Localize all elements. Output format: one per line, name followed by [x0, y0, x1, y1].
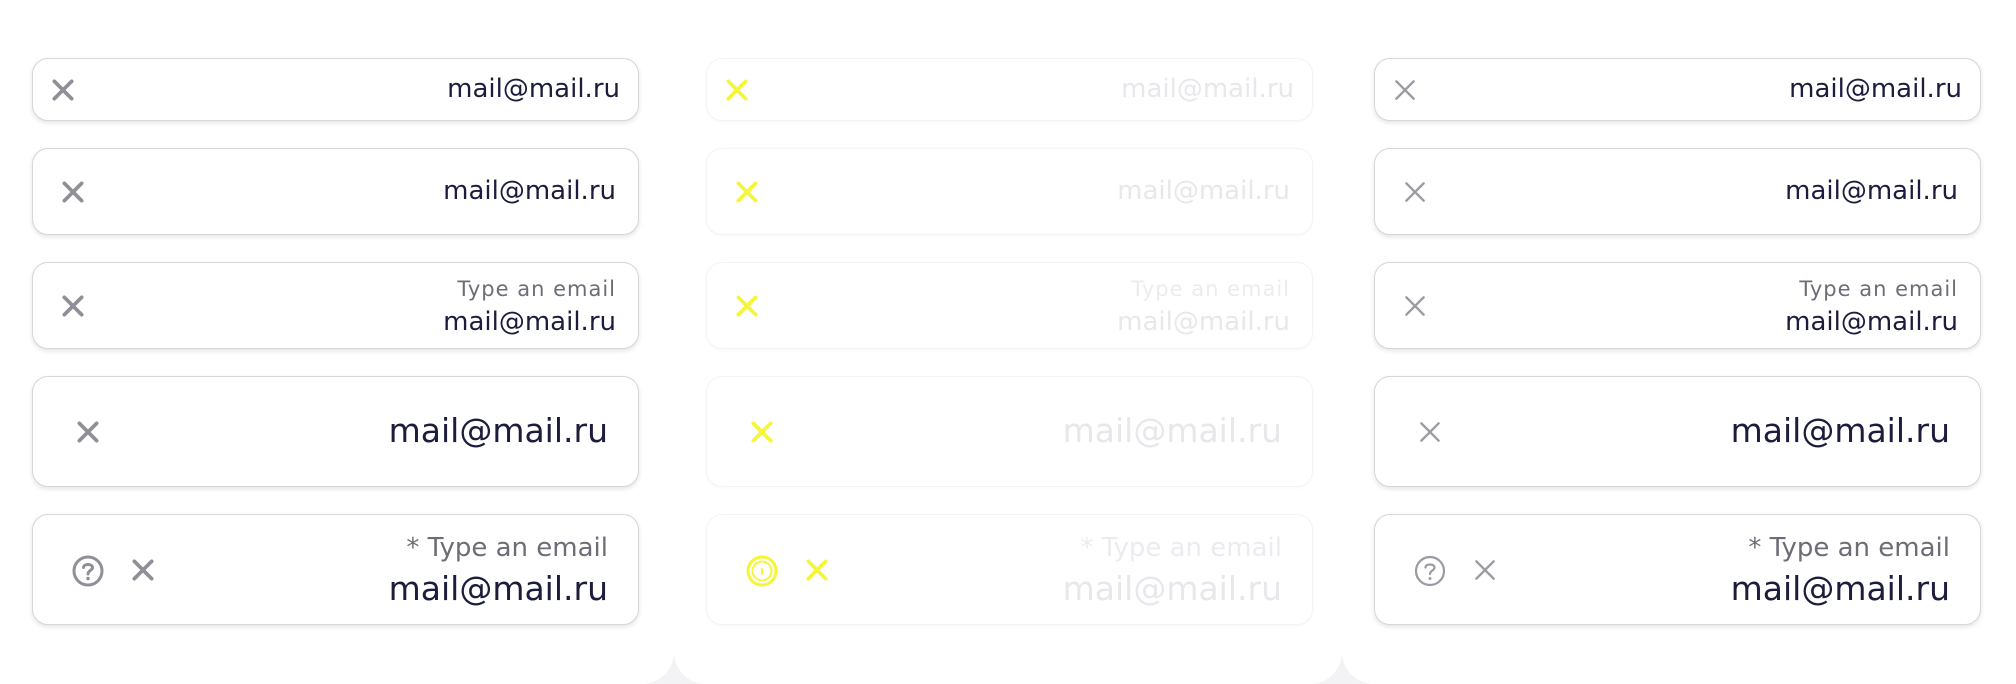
- email-field-m[interactable]: mail@mail.ru: [32, 148, 639, 235]
- close-icon[interactable]: [75, 419, 101, 445]
- email-value: mail@mail.ru: [447, 74, 620, 104]
- field-label: Type an email: [1799, 277, 1958, 301]
- email-field-l[interactable]: mail@mail.ru: [1374, 376, 1981, 487]
- email-field-l-labeled[interactable]: * Type an email mail@mail.ru: [1374, 514, 1981, 625]
- panel-disabled: mail@mail.ru mail@mail.ru Type an email …: [674, 0, 1342, 684]
- panel-filled-light: mail@mail.ru mail@mail.ru Type an email …: [1342, 0, 2016, 684]
- email-value: mail@mail.ru: [1121, 74, 1294, 104]
- close-icon[interactable]: [1417, 419, 1443, 445]
- close-icon: [736, 295, 758, 317]
- question-circle-icon[interactable]: [71, 554, 105, 588]
- close-icon[interactable]: [1402, 293, 1428, 319]
- close-icon[interactable]: [1472, 557, 1498, 583]
- close-icon[interactable]: [1402, 179, 1428, 205]
- close-icon[interactable]: [60, 293, 86, 319]
- close-icon[interactable]: [50, 77, 76, 103]
- panel-filled: mail@mail.ru mail@mail.ru Type an email …: [0, 0, 674, 684]
- email-field-s[interactable]: mail@mail.ru: [32, 58, 639, 121]
- close-icon[interactable]: [60, 179, 86, 205]
- email-value: mail@mail.ru: [1062, 569, 1282, 608]
- field-label: * Type an email: [1080, 533, 1282, 563]
- close-icon: [736, 181, 758, 203]
- email-field-l-labeled-disabled: * Type an email mail@mail.ru: [706, 514, 1313, 625]
- email-value: mail@mail.ru: [1730, 411, 1950, 450]
- close-icon: [751, 421, 773, 443]
- email-field-m-disabled: mail@mail.ru: [706, 148, 1313, 235]
- email-value: mail@mail.ru: [1062, 411, 1282, 450]
- close-icon[interactable]: [1392, 77, 1418, 103]
- email-value: mail@mail.ru: [388, 569, 608, 608]
- field-label: Type an email: [457, 277, 616, 301]
- field-label: * Type an email: [1748, 533, 1950, 563]
- email-value: mail@mail.ru: [1730, 569, 1950, 608]
- question-circle-icon[interactable]: [1413, 554, 1447, 588]
- email-field-l-disabled: mail@mail.ru: [706, 376, 1313, 487]
- email-field-l[interactable]: mail@mail.ru: [32, 376, 639, 487]
- email-value: mail@mail.ru: [1117, 307, 1290, 337]
- email-value: mail@mail.ru: [1785, 307, 1958, 337]
- close-icon[interactable]: [130, 557, 156, 583]
- email-field-m-labeled-disabled: Type an email mail@mail.ru: [706, 262, 1313, 349]
- email-value: mail@mail.ru: [443, 307, 616, 337]
- email-value: mail@mail.ru: [388, 411, 608, 450]
- email-value: mail@mail.ru: [1789, 74, 1962, 104]
- email-field-s-disabled: mail@mail.ru: [706, 58, 1313, 121]
- close-icon: [806, 559, 828, 581]
- email-field-s[interactable]: mail@mail.ru: [1374, 58, 1981, 121]
- email-value: mail@mail.ru: [1785, 176, 1958, 206]
- field-label: Type an email: [1131, 277, 1290, 301]
- field-label: * Type an email: [406, 533, 608, 563]
- email-value: mail@mail.ru: [1117, 176, 1290, 206]
- email-field-m-labeled[interactable]: Type an email mail@mail.ru: [1374, 262, 1981, 349]
- close-icon: [726, 79, 748, 101]
- email-field-m[interactable]: mail@mail.ru: [1374, 148, 1981, 235]
- email-field-m-labeled[interactable]: Type an email mail@mail.ru: [32, 262, 639, 349]
- email-value: mail@mail.ru: [443, 176, 616, 206]
- question-circle-icon: [746, 555, 778, 587]
- email-field-l-labeled[interactable]: * Type an email mail@mail.ru: [32, 514, 639, 625]
